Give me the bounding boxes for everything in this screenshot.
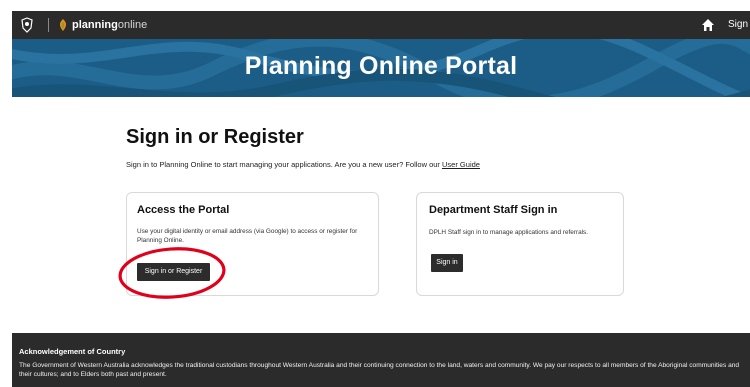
user-guide-link[interactable]: User Guide bbox=[442, 160, 480, 169]
portal-title: Planning Online Portal bbox=[244, 52, 518, 80]
access-portal-description: Use your digital identity or email addre… bbox=[137, 228, 358, 244]
sign-in-or-register-button[interactable]: Sign in or Register bbox=[137, 263, 210, 281]
planning-online-logo[interactable]: planningonline bbox=[72, 17, 147, 33]
footer-heading: Acknowledgement of Country bbox=[19, 347, 126, 356]
staff-sign-in-title: Department Staff Sign in bbox=[429, 204, 558, 216]
crest-icon bbox=[21, 17, 33, 33]
brand-light-text: online bbox=[117, 19, 148, 31]
top-navigation-bar: planningonline Sign i bbox=[12, 11, 750, 39]
intro-sentence: Sign in to Planning Online to start mana… bbox=[126, 160, 443, 169]
hero-banner: Planning Online Portal bbox=[12, 39, 750, 97]
brand-bold-text: planning bbox=[72, 19, 118, 31]
acknowledgement-footer: Acknowledgement of Country The Governmen… bbox=[12, 333, 750, 387]
footer-text: The Government of Western Australia ackn… bbox=[19, 362, 740, 378]
staff-sign-in-card: Department Staff Sign in DPLH Staff sign… bbox=[416, 192, 624, 296]
access-portal-title: Access the Portal bbox=[137, 204, 230, 216]
planning-logo-icon bbox=[59, 19, 67, 31]
home-icon[interactable] bbox=[701, 18, 715, 32]
top-sign-in-link[interactable]: Sign i bbox=[728, 18, 750, 32]
staff-sign-in-button[interactable]: Sign in bbox=[431, 254, 463, 272]
access-portal-card: Access the Portal Use your digital ident… bbox=[126, 192, 379, 296]
intro-text: Sign in to Planning Online to start mana… bbox=[126, 160, 480, 170]
staff-sign-in-description: DPLH Staff sign in to manage application… bbox=[429, 229, 589, 236]
page-title: Sign in or Register bbox=[126, 126, 304, 148]
brand-divider bbox=[48, 18, 49, 32]
